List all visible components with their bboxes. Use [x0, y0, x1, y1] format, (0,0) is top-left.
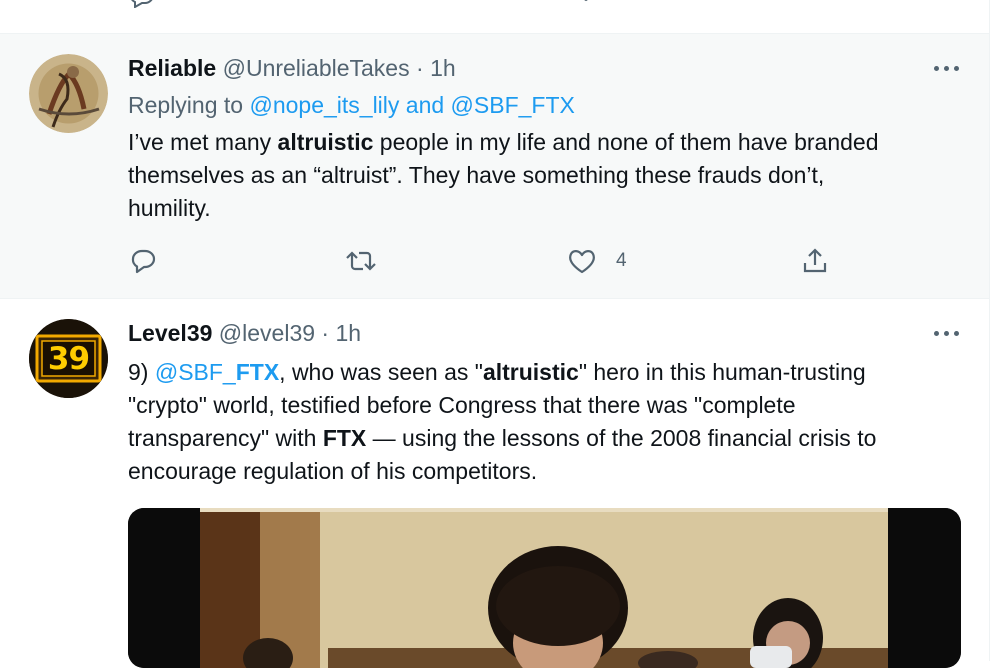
handle[interactable]: @UnreliableTakes — [223, 55, 410, 81]
tweet-text: 9) @SBF_FTX, who was seen as "altruistic… — [128, 356, 968, 488]
share-icon — [803, 248, 827, 273]
text-line: themselves as an “altruist”. They have s… — [128, 162, 825, 188]
text-segment: , who was seen as " — [279, 359, 483, 385]
reply-icon[interactable] — [129, 0, 155, 8]
retweet-icon — [346, 251, 376, 271]
tweet-text: I’ve met many altruistic people in my li… — [128, 126, 968, 225]
text-highlight: FTX — [322, 425, 367, 451]
like-button[interactable]: 4 — [566, 245, 627, 277]
mention-link[interactable]: @SBF_FTX — [155, 359, 279, 385]
text-segment: 9) — [128, 359, 155, 385]
more-icon[interactable] — [933, 329, 961, 339]
previous-tweet-actions — [0, 0, 990, 33]
share-button[interactable] — [800, 245, 830, 277]
avatar-image — [29, 54, 108, 133]
text-segment: people in my life and none of them have … — [373, 129, 879, 155]
avatar[interactable] — [29, 54, 108, 133]
retweet-button[interactable] — [344, 245, 378, 277]
separator: · — [416, 55, 424, 81]
media-image — [128, 508, 961, 668]
like-icon[interactable] — [573, 0, 599, 8]
like-icon — [569, 250, 595, 274]
avatar[interactable]: 39 — [29, 319, 108, 398]
avatar-text: 39 — [47, 341, 90, 377]
retweet-icon[interactable] — [357, 0, 383, 8]
text-segment: " hero in this human-trusting — [578, 359, 866, 385]
replying-to-label: Replying to — [128, 92, 244, 118]
text-segment: — using the lessons of the 2008 financia… — [366, 425, 877, 451]
share-icon[interactable] — [800, 0, 826, 8]
text-line: encourage regulation of his competitors. — [128, 458, 538, 484]
reply-icon — [131, 249, 156, 274]
tweet-actions: 4 — [128, 245, 848, 277]
like-count: 4 — [616, 250, 627, 271]
timestamp[interactable]: 1h — [430, 55, 456, 81]
mention-handle: @SBF_ — [154, 359, 236, 385]
tweet-reliable[interactable]: Reliable @UnreliableTakes · 1h Replying … — [0, 34, 989, 298]
handle[interactable]: @level39 — [219, 320, 315, 346]
more-icon[interactable] — [933, 64, 961, 74]
timestamp[interactable]: 1h — [335, 320, 361, 346]
timeline-border — [989, 0, 990, 661]
display-name[interactable]: Level39 — [128, 320, 212, 346]
text-segment: transparency" with — [128, 425, 323, 451]
replying-to-mentions[interactable]: @nope_its_lily and @SBF_FTX — [249, 92, 574, 118]
display-name[interactable]: Reliable — [128, 55, 216, 81]
tweet-header: Reliable @UnreliableTakes · 1h — [128, 55, 456, 82]
replying-to: Replying to @nope_its_lily and @SBF_FTX — [128, 92, 575, 119]
text-segment: I’ve met many — [128, 129, 278, 155]
text-line: "crypto" world, testified before Congres… — [128, 392, 796, 418]
text-line: humility. — [128, 195, 211, 221]
separator: · — [321, 320, 330, 346]
mention-handle-bold: FTX — [235, 359, 280, 385]
text-highlight: altruistic — [482, 359, 579, 385]
tweet-header: Level39 @level39 · 1h — [128, 320, 361, 347]
reply-button[interactable] — [128, 245, 158, 277]
text-highlight: altruistic — [277, 129, 374, 155]
tweet-media[interactable] — [128, 508, 961, 668]
